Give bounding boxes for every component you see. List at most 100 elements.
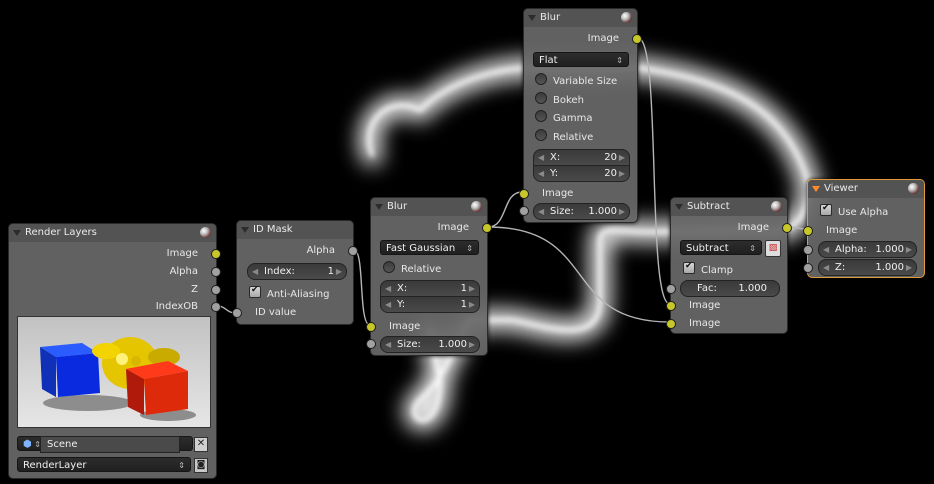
- filter-type-value: Fast Gaussian: [386, 243, 456, 254]
- viewer-header[interactable]: Viewer: [808, 180, 924, 198]
- input-socket-image[interactable]: [366, 322, 376, 332]
- arrow-left-icon: ◀: [252, 267, 259, 276]
- x-label: X:: [397, 283, 408, 294]
- output-socket-alpha[interactable]: [211, 267, 221, 277]
- preview-sphere-icon[interactable]: [621, 12, 632, 23]
- blur-node-small[interactable]: Blur Image Fast Gaussian ⇕ Relative ◀ X:…: [366, 197, 492, 356]
- render-layer-selector[interactable]: RenderLayer ⇕: [17, 457, 191, 472]
- blur-node-top[interactable]: Blur Image Flat ⇕ Variable Size Bokeh Ga…: [519, 8, 642, 223]
- scene-name: Scene: [47, 439, 78, 450]
- option-label: Bokeh: [553, 95, 584, 106]
- input-socket-image-1[interactable]: [666, 301, 676, 311]
- output-socket-z[interactable]: [211, 285, 221, 295]
- output-label: Alpha: [169, 266, 198, 277]
- gamma-checkbox[interactable]: Gamma: [535, 110, 593, 124]
- scene-icon: ⬢: [23, 439, 32, 450]
- blur-header[interactable]: Blur: [524, 9, 637, 27]
- input-socket-id-value[interactable]: [232, 308, 242, 318]
- id-mask-node[interactable]: ID Mask Alpha ◀ Index: 1 ▶ ✔ Anti-Aliasin…: [232, 220, 358, 325]
- output-socket-image[interactable]: [482, 223, 492, 233]
- preview-sphere-icon[interactable]: [200, 227, 211, 238]
- option-label: Variable Size: [553, 76, 618, 87]
- collapse-icon[interactable]: [675, 204, 683, 210]
- relative-checkbox[interactable]: Relative: [383, 261, 441, 275]
- relative-label: Relative: [401, 264, 442, 275]
- input-socket-image[interactable]: [519, 189, 529, 199]
- anti-aliasing-checkbox[interactable]: ✔ Anti-Aliasing: [249, 285, 330, 300]
- fac-field[interactable]: Fac: 1.000: [680, 280, 780, 297]
- x-field[interactable]: ◀ X: 1 ▶: [380, 280, 480, 297]
- output-label: Z: [191, 284, 198, 295]
- output-socket-alpha[interactable]: [348, 246, 358, 256]
- subtract-node[interactable]: Subtract Image Subtract ⇕ ▨ ✔ Clamp Fac: …: [666, 197, 792, 334]
- y-label: Y:: [397, 299, 406, 310]
- scene-name-field[interactable]: Scene 2: [40, 436, 199, 453]
- y-field[interactable]: ◀ Y: 1 ▶: [380, 296, 480, 313]
- render-layers-node[interactable]: Render Layers Image Alpha Z IndexOB ⬢ ⇕ …: [8, 223, 221, 479]
- preview-sphere-icon[interactable]: [771, 201, 782, 212]
- index-field[interactable]: ◀ Index: 1 ▶: [247, 263, 347, 280]
- collapse-icon[interactable]: [241, 227, 249, 233]
- alpha-value: 1.000: [875, 244, 904, 255]
- size-field[interactable]: ◀ Size: 1.000 ▶: [380, 336, 480, 353]
- use-alpha-toggle-icon[interactable]: ▨: [765, 240, 781, 257]
- render-layer-name: RenderLayer: [23, 460, 87, 471]
- input-label: Image: [689, 300, 721, 311]
- collapse-icon[interactable]: [812, 186, 820, 192]
- input-label: ID value: [255, 307, 297, 318]
- input-socket-alpha[interactable]: [803, 245, 813, 255]
- filter-type-dropdown[interactable]: Fast Gaussian ⇕: [380, 240, 479, 255]
- chevron-updown-icon: ⇕: [466, 244, 473, 253]
- clamp-checkbox[interactable]: ✔ Clamp: [683, 261, 733, 276]
- filter-type-dropdown[interactable]: Flat ⇕: [533, 52, 629, 67]
- collapse-icon[interactable]: [13, 230, 21, 236]
- filter-type-value: Flat: [539, 55, 558, 66]
- input-socket-size[interactable]: [366, 339, 376, 349]
- bokeh-checkbox[interactable]: Bokeh: [535, 92, 584, 106]
- size-label: Size:: [397, 339, 421, 350]
- input-socket-image-2[interactable]: [666, 319, 676, 329]
- output-socket-image[interactable]: [632, 34, 642, 44]
- preview-sphere-icon[interactable]: [908, 183, 919, 194]
- output-socket-image[interactable]: [211, 249, 221, 259]
- node-title: Blur: [540, 12, 561, 23]
- z-field[interactable]: ◀ Z: 1.000 ▶: [818, 259, 917, 276]
- render-layers-header[interactable]: Render Layers: [9, 224, 216, 242]
- input-socket-fac[interactable]: [666, 284, 676, 294]
- variable-size-checkbox[interactable]: Variable Size: [535, 73, 617, 87]
- relative-checkbox[interactable]: Relative: [535, 129, 593, 143]
- input-socket-size[interactable]: [519, 206, 529, 216]
- preview-sphere-icon[interactable]: [471, 201, 482, 212]
- viewer-node[interactable]: Viewer ✔ Use Alpha Image ◀ Alpha: 1.000 ▶…: [803, 179, 925, 278]
- input-socket-z[interactable]: [803, 263, 813, 273]
- alpha-label: Alpha:: [835, 244, 867, 255]
- input-label: Image: [542, 188, 574, 199]
- output-socket-indexob[interactable]: [211, 302, 221, 312]
- subtract-header[interactable]: Subtract: [671, 198, 787, 216]
- x-value: 20: [604, 152, 617, 163]
- x-field[interactable]: ◀ X: 20 ▶: [533, 149, 630, 166]
- use-alpha-checkbox[interactable]: ✔ Use Alpha: [820, 203, 888, 218]
- input-label: Image: [826, 225, 858, 236]
- size-field[interactable]: ◀ Size: 1.000 ▶: [533, 203, 630, 220]
- input-label: Image: [689, 318, 721, 329]
- index-label: Index:: [264, 266, 295, 277]
- y-value: 20: [604, 168, 617, 179]
- render-camera-icon[interactable]: ◙: [194, 458, 208, 473]
- anti-aliasing-label: Anti-Aliasing: [267, 289, 330, 300]
- blend-mode-dropdown[interactable]: Subtract ⇕: [680, 240, 762, 255]
- collapse-icon[interactable]: [375, 204, 383, 210]
- chevron-updown-icon: ⇕: [178, 461, 185, 470]
- alpha-field[interactable]: ◀ Alpha: 1.000 ▶: [818, 241, 917, 258]
- arrow-right-icon: ▶: [335, 267, 342, 276]
- x-label: X:: [550, 152, 561, 163]
- input-socket-image[interactable]: [803, 226, 813, 236]
- id-mask-header[interactable]: ID Mask: [237, 221, 353, 239]
- blur-header[interactable]: Blur: [371, 198, 487, 216]
- option-label: Relative: [553, 132, 594, 143]
- unlink-scene-icon[interactable]: ✕: [194, 437, 208, 452]
- output-label: Image: [437, 222, 469, 233]
- y-field[interactable]: ◀ Y: 20 ▶: [533, 165, 630, 182]
- output-socket-image[interactable]: [782, 223, 792, 233]
- collapse-icon[interactable]: [528, 15, 536, 21]
